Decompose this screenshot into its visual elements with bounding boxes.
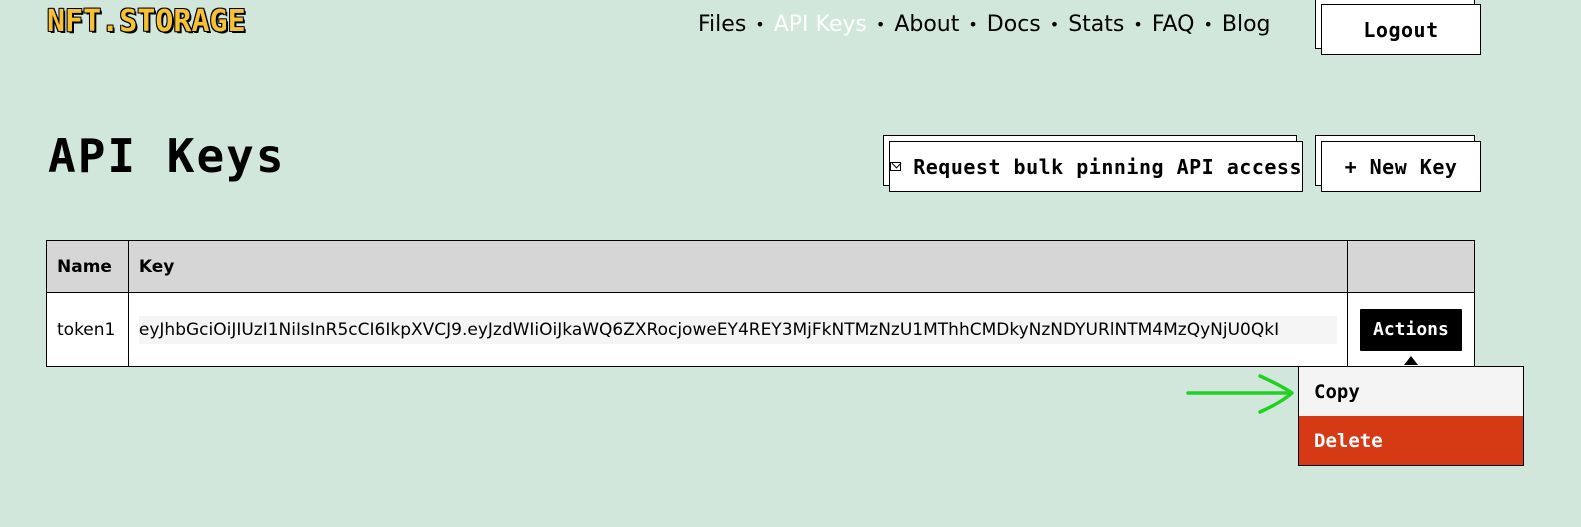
column-header-actions xyxy=(1346,240,1476,293)
api-keys-table: Name Key token1 eyJhbGciOiJIUzI1NiIsInR5… xyxy=(46,240,1476,367)
nav-separator: • xyxy=(755,15,765,34)
actions-button[interactable]: Actions xyxy=(1358,307,1463,352)
table-header-row: Name Key xyxy=(46,240,1476,293)
column-header-name: Name xyxy=(46,240,129,293)
nav-link-faq[interactable]: FAQ xyxy=(1152,10,1195,40)
nav-separator: • xyxy=(1203,15,1213,34)
nav-link-stats[interactable]: Stats xyxy=(1068,10,1124,40)
nav-separator: • xyxy=(1049,15,1060,34)
column-header-key: Key xyxy=(127,240,1348,293)
bulk-pinning-button-wrap: Request bulk pinning API access xyxy=(883,135,1303,192)
key-name-cell: token1 xyxy=(46,292,129,367)
nav-link-docs[interactable]: Docs xyxy=(987,10,1041,40)
request-bulk-pinning-button[interactable]: Request bulk pinning API access xyxy=(889,141,1303,192)
table-row: token1 eyJhbGciOiJIUzI1NiIsInR5cCI6IkpXV… xyxy=(46,292,1476,367)
request-bulk-pinning-label: Request bulk pinning API access xyxy=(913,154,1302,179)
logout-button-wrap: Logout xyxy=(1315,0,1481,55)
api-key-text[interactable]: eyJhbGciOiJIUzI1NiIsInR5cCI6IkpXVCJ9.eyJ… xyxy=(138,315,1337,344)
nav-link-blog[interactable]: Blog xyxy=(1222,10,1271,40)
mail-icon xyxy=(890,162,902,171)
nav-separator: • xyxy=(875,15,886,34)
main-nav: Files • API Keys • About • Docs • Stats … xyxy=(698,10,1271,40)
dropdown-caret xyxy=(1404,356,1418,365)
nav-link-about[interactable]: About xyxy=(894,10,959,40)
delete-menu-item[interactable]: Delete xyxy=(1299,416,1523,465)
new-key-button[interactable]: + New Key xyxy=(1321,141,1481,192)
page-title: API Keys xyxy=(48,129,286,183)
nav-separator: • xyxy=(1133,15,1143,34)
new-key-button-wrap: + New Key xyxy=(1315,135,1481,192)
logout-button[interactable]: Logout xyxy=(1321,4,1481,55)
nav-link-api-keys[interactable]: API Keys xyxy=(774,10,867,40)
logo[interactable]: NFT.STORAGE xyxy=(47,4,246,40)
copy-menu-item[interactable]: Copy xyxy=(1299,367,1523,416)
nav-separator: • xyxy=(968,15,978,34)
actions-dropdown-menu: Copy Delete xyxy=(1298,366,1524,466)
annotation-arrow-icon xyxy=(1186,374,1294,414)
key-value-cell: eyJhbGciOiJIUzI1NiIsInR5cCI6IkpXVCJ9.eyJ… xyxy=(127,292,1348,367)
nav-link-files[interactable]: Files xyxy=(698,10,746,40)
